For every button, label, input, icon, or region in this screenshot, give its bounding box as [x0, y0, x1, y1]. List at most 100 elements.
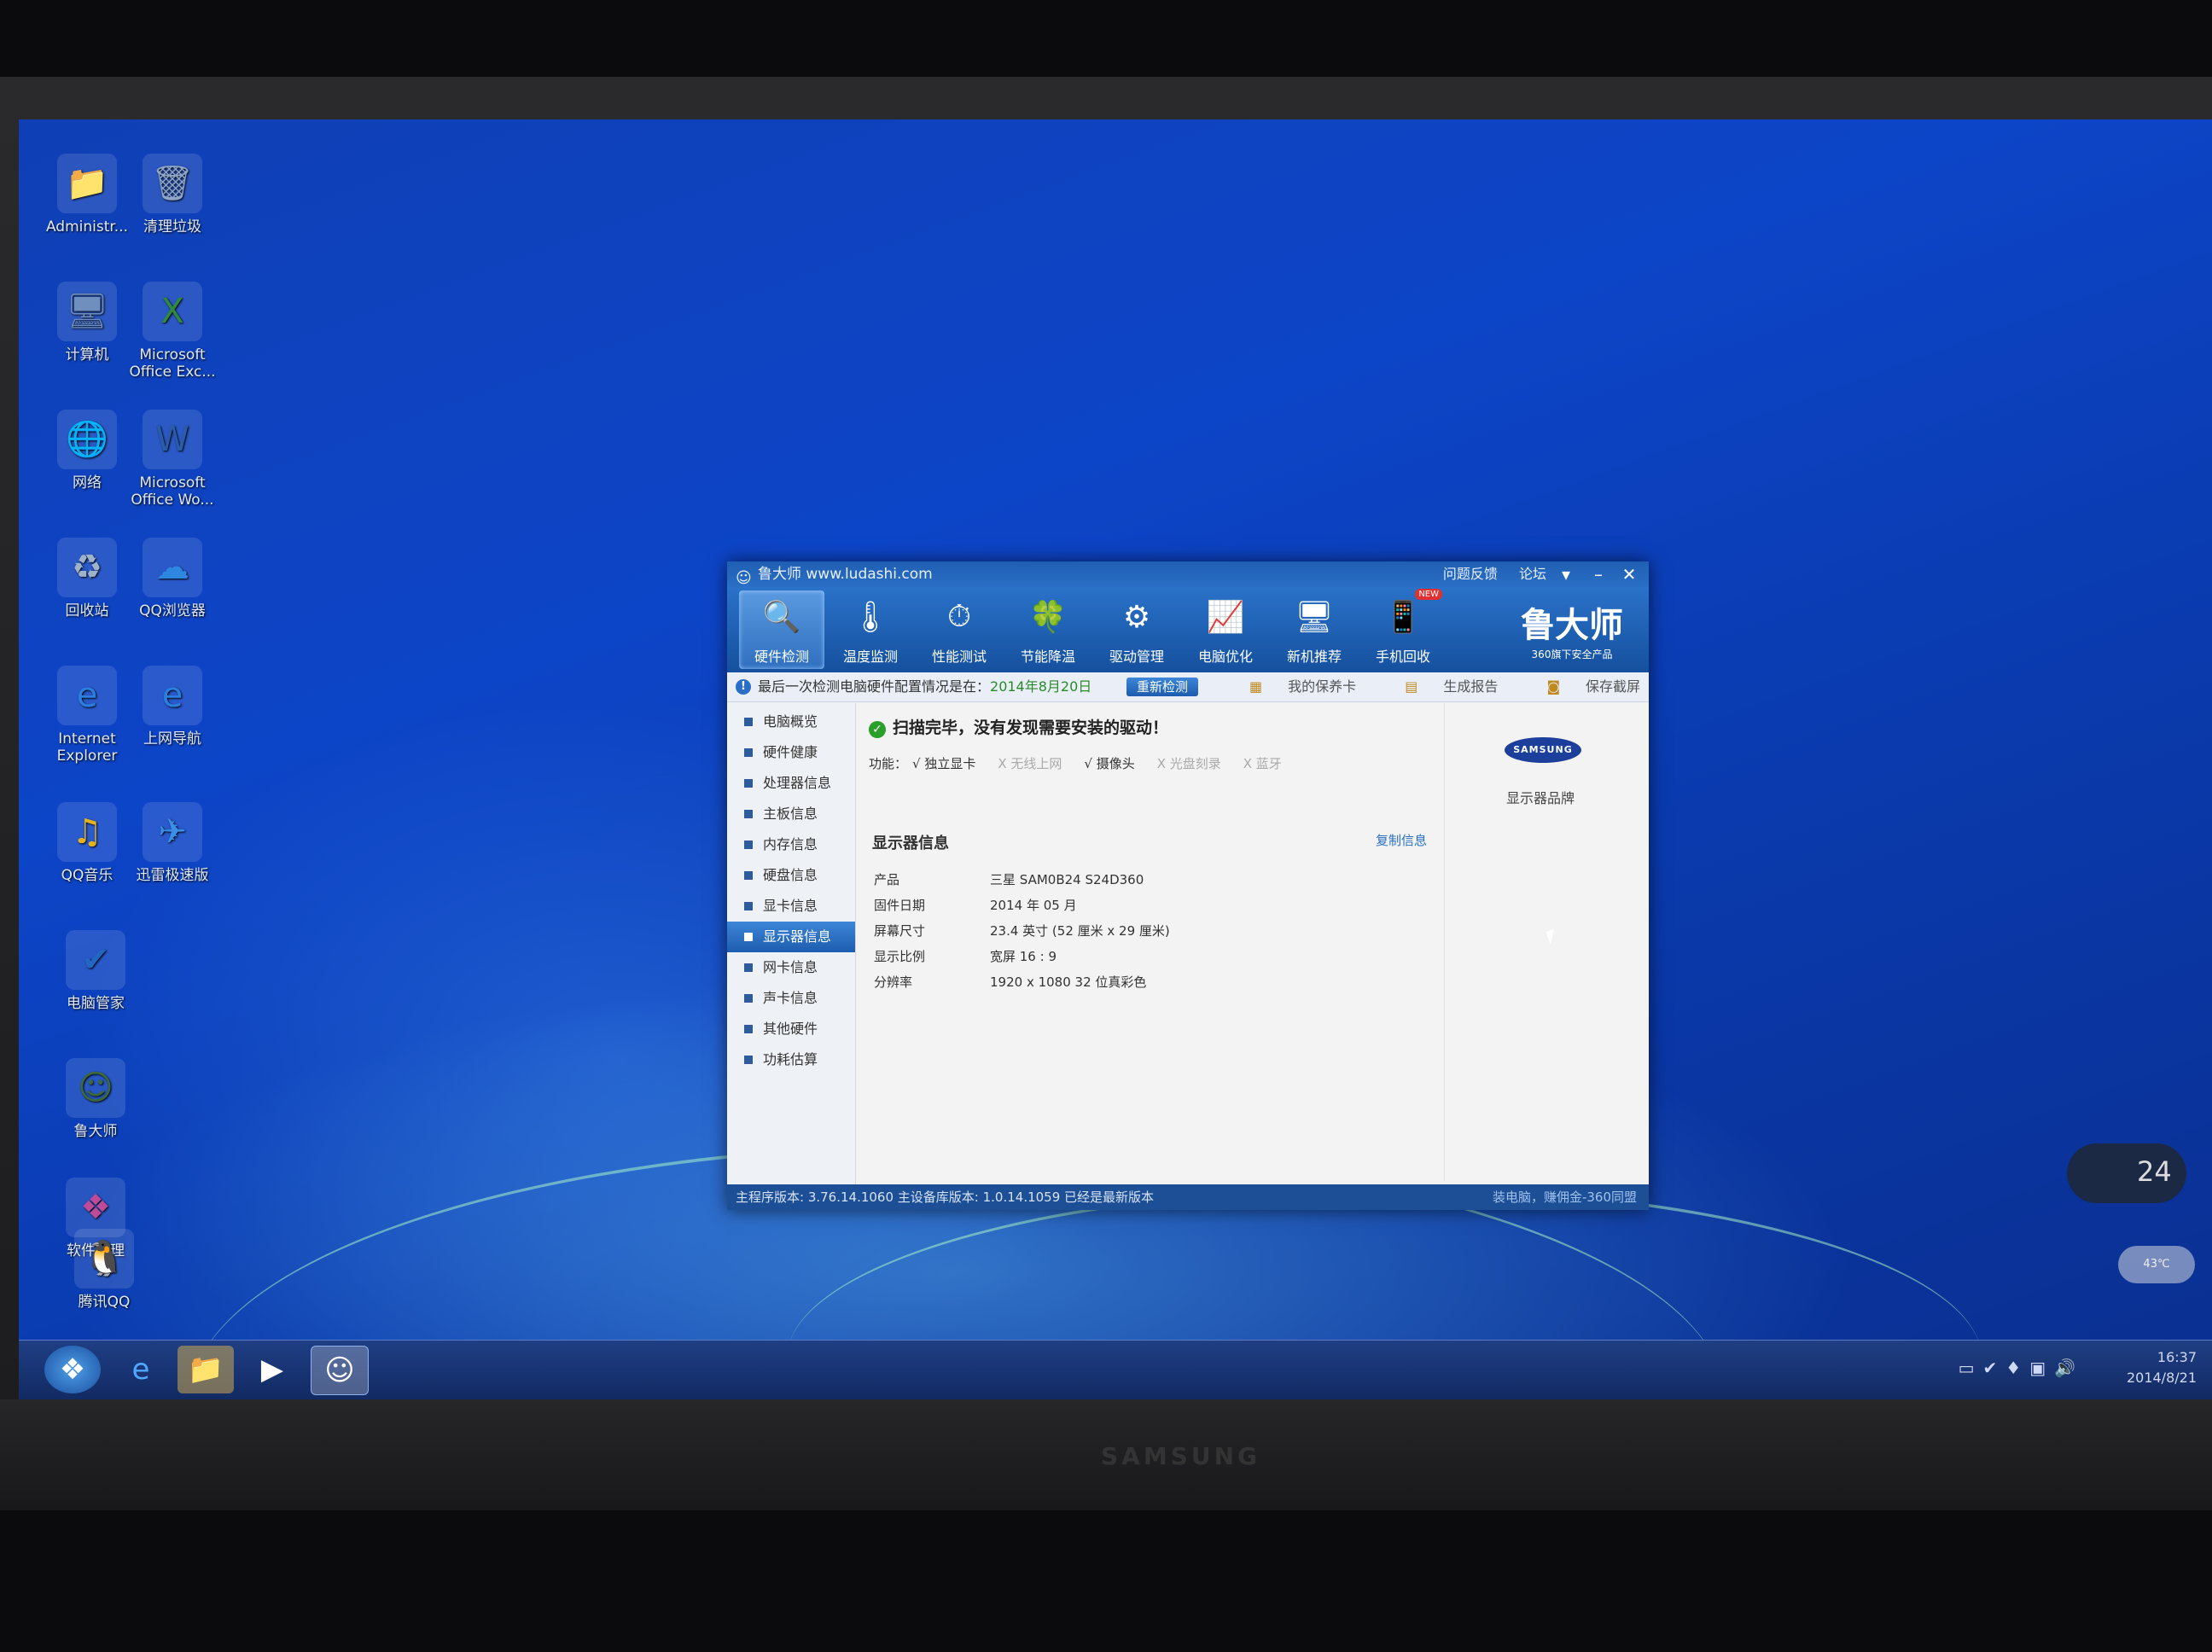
toolbar-tab[interactable]: ⏱ 性能测试 [917, 590, 1002, 669]
small-gadget[interactable]: 43℃ [2118, 1246, 2195, 1283]
desktop-icon[interactable]: 🗑 清理垃圾 [121, 154, 224, 236]
toolbar-tab-icon: 🖥 [1295, 600, 1334, 635]
scan-result-text: 扫描完毕，没有发现需要安装的驱动！ [893, 718, 1169, 737]
taskbar-media-icon[interactable]: ▶ [244, 1346, 300, 1393]
maintenance-card-link[interactable]: ▦ 我的保养卡 [1227, 678, 1356, 695]
clock[interactable]: 16:37 2014/8/21 [2127, 1347, 2197, 1388]
desktop-app-icon: ♻ [57, 538, 117, 597]
new-badge: NEW [1415, 589, 1442, 600]
info-icon: ! [736, 679, 751, 695]
sidebar-item[interactable]: 内存信息 [727, 829, 855, 860]
temperature-gadget[interactable]: 24 [2067, 1143, 2186, 1203]
card-icon: ▦ [1249, 678, 1263, 695]
toolbar-tab[interactable]: 📱 手机回收 NEW [1360, 589, 1446, 669]
desktop-icon[interactable]: W Microsoft Office Wo... [121, 410, 224, 509]
minimize-button[interactable]: – [1587, 561, 1610, 587]
system-tray[interactable]: ▭✔♦▣🔊 [1959, 1358, 2084, 1378]
desktop-icon[interactable]: ☺ 鲁大师 [44, 1058, 147, 1140]
save-screenshot-label: 保存截屏 [1585, 678, 1640, 695]
main-toolbar: 🔍 硬件检测 🌡 温度监测 ⏱ 性能测试 🍀 节能降温 ⚙ 驱动管理 📈 电脑优化 🖥 新机推荐 📱 手机回收… [727, 587, 1649, 672]
clock-time: 16:37 [2157, 1349, 2197, 1365]
toolbar-tab-label: 手机回收 [1375, 649, 1430, 665]
sidebar-item[interactable]: 显示器信息 [727, 922, 855, 952]
toolbar-tab[interactable]: 🍀 节能降温 [1005, 590, 1091, 669]
sidebar-item[interactable]: 显卡信息 [727, 891, 855, 922]
sidebar-item[interactable]: 处理器信息 [727, 768, 855, 799]
detail-row: 显示比例 宽屏 16 : 9 [874, 947, 1057, 965]
monitor-brand-logo: SAMSUNG [1101, 1442, 1261, 1470]
feedback-link[interactable]: 问题反馈 [1443, 566, 1498, 582]
start-button[interactable]: ❖ [44, 1346, 101, 1393]
detail-value: 1920 x 1080 32 位真彩色 [990, 974, 1147, 990]
desktop-app-icon: W [143, 410, 202, 469]
desktop-icon-label: QQ浏览器 [139, 602, 206, 620]
toolbar-tab[interactable]: 📈 电脑优化 [1183, 590, 1268, 669]
brand-pane: SAMSUNG 显示器品牌 [1444, 703, 1650, 1181]
toolbar-tab-icon: 📈 [1206, 600, 1245, 635]
save-screenshot-link[interactable]: ◙ 保存截屏 [1524, 678, 1640, 695]
brand-name: 鲁大师 [1521, 605, 1623, 645]
desktop-app-icon: ♫ [57, 802, 117, 862]
maintenance-card-label: 我的保养卡 [1288, 678, 1357, 695]
desktop-icon[interactable]: X Microsoft Office Exc... [121, 282, 224, 381]
desktop-icon[interactable]: e 上网导航 [121, 666, 224, 747]
toolbar-tab-label: 驱动管理 [1109, 649, 1164, 665]
toolbar-tab-icon: 🔍 [762, 600, 801, 635]
toolbar-tab[interactable]: 🖥 新机推荐 [1272, 590, 1357, 669]
desktop-app-icon: X [143, 282, 202, 341]
ludashi-window: ☺ 鲁大师 www.ludashi.com 问题反馈 论坛 ▾ – ✕ 🔍 硬件检… [727, 561, 1649, 1210]
section-title: 显示器信息 [872, 835, 949, 852]
toolbar-tab-label: 节能降温 [1020, 649, 1075, 665]
sidebar-item[interactable]: 网卡信息 [727, 952, 855, 983]
brand-label: 显示器品牌 [1506, 790, 1575, 806]
taskbar-ie-icon[interactable]: e [113, 1346, 169, 1393]
taskbar: ❖ e 📁 ▶ ☺ ▭✔♦▣🔊 16:37 2014/8/21 [19, 1340, 2212, 1399]
generate-report-link[interactable]: ▤ 生成报告 [1382, 678, 1498, 695]
taskbar-ludashi-icon[interactable]: ☺ [311, 1346, 369, 1395]
toolbar-tab[interactable]: ⚙ 驱动管理 [1094, 590, 1179, 669]
sidebar-item[interactable]: 硬盘信息 [727, 860, 855, 891]
desktop-icon[interactable]: 🐧 腾讯QQ [53, 1229, 155, 1311]
desktop-app-icon: ☁ [143, 538, 202, 597]
detail-value: 2014 年 05 月 [990, 898, 1077, 913]
detail-key: 固件日期 [874, 898, 926, 913]
sidebar-item[interactable]: 声卡信息 [727, 983, 855, 1014]
taskbar-explorer-icon[interactable]: 📁 [178, 1346, 234, 1393]
version-info: 主程序版本: 3.76.14.1060 主设备库版本: 1.0.14.1059 … [736, 1190, 1155, 1205]
toolbar-tab[interactable]: 🔍 硬件检测 [739, 590, 824, 669]
report-icon: ▤ [1405, 678, 1418, 695]
copy-info-link[interactable]: 复制信息 [1376, 831, 1427, 849]
title-bar: ☺ 鲁大师 www.ludashi.com 问题反馈 论坛 ▾ – ✕ [727, 561, 1649, 587]
sidebar-item[interactable]: 硬件健康 [727, 737, 855, 768]
feature-list: 功能： √ 独立显卡 X 无线上网 √ 摄像头 X 光盘刻录 X 蓝牙 [869, 754, 1304, 772]
desktop-icon[interactable]: ☁ QQ浏览器 [121, 538, 224, 620]
desktop-icon-label: Microsoft Office Exc... [129, 346, 216, 381]
recheck-button[interactable]: 重新检测 [1126, 678, 1199, 696]
last-check-message: 最后一次检测电脑硬件配置情况是在：2014年8月20日 [758, 672, 1091, 701]
forum-link[interactable]: 论坛 [1519, 566, 1546, 582]
promo-link[interactable]: 装电脑，赚佣金-360同盟 [1493, 1184, 1637, 1210]
info-actions: ▦ 我的保养卡 ▤ 生成报告 ◙ 保存截屏 [1205, 672, 1640, 701]
sidebar-item[interactable]: 其他硬件 [727, 1014, 855, 1044]
brand-subtitle: 360旗下安全产品 [1531, 649, 1613, 660]
window-title: 鲁大师 www.ludashi.com [758, 566, 933, 583]
detail-key: 分辨率 [874, 974, 913, 990]
brand-logo: 鲁大师 360旗下安全产品 [1521, 597, 1623, 661]
title-links: 问题反馈 论坛 [1426, 561, 1546, 587]
toolbar-tab-icon: ⏱ [946, 599, 972, 634]
last-check-date: 2014年8月20日 [990, 678, 1092, 695]
toolbar-tab[interactable]: 🌡 温度监测 [828, 590, 913, 669]
desktop-app-icon: 🗑 [143, 154, 202, 213]
feature-list-label: 功能： [869, 756, 908, 771]
desktop-icon[interactable]: ✈ 迅雷极速版 [121, 802, 224, 884]
sidebar-item[interactable]: 主板信息 [727, 799, 855, 829]
desktop-icon[interactable]: ✔ 电脑管家 [44, 930, 147, 1012]
menu-dropdown-icon[interactable]: ▾ [1555, 561, 1577, 587]
sidebar-item[interactable]: 电脑概览 [727, 707, 855, 737]
last-check-text: 最后一次检测电脑硬件配置情况是在： [758, 678, 991, 695]
feature-item: X 光盘刻录 [1156, 756, 1221, 771]
monitor-info-panel: ✓ 扫描完毕，没有发现需要安装的驱动！ 功能： √ 独立显卡 X 无线上网 √ 摄像头 X… [855, 703, 1559, 1181]
close-button[interactable]: ✕ [1618, 561, 1640, 587]
sidebar-item[interactable]: 功耗估算 [727, 1044, 855, 1075]
desktop-app-icon: 🌐 [57, 410, 117, 469]
